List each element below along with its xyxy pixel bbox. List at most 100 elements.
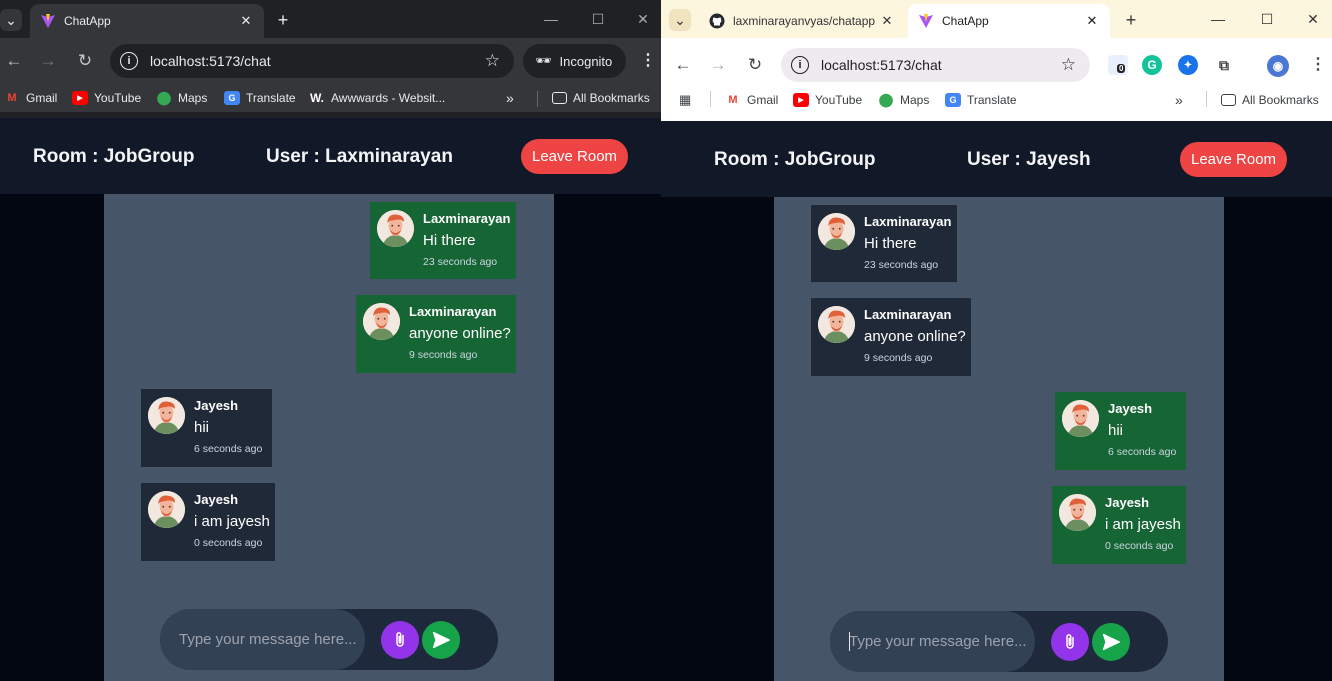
message-time: 9 seconds ago [409, 349, 478, 361]
bookmark-gmail[interactable]: M Gmail [4, 91, 57, 105]
apps-grid-icon[interactable]: ▦ [679, 92, 691, 108]
tab-github[interactable]: laxminarayanvyas/chatapp ✕ [699, 4, 905, 38]
address-bar[interactable]: i localhost:5173/chat ☆ [781, 48, 1090, 82]
close-window-icon[interactable]: ✕ [1301, 7, 1325, 31]
leave-room-button[interactable]: Leave Room [521, 139, 629, 174]
close-tab-icon[interactable]: ✕ [238, 13, 254, 29]
minimize-icon[interactable]: — [539, 7, 563, 31]
close-tab-icon[interactable]: ✕ [1084, 13, 1100, 29]
address-bar[interactable]: i localhost:5173/chat ☆ [110, 44, 514, 78]
close-window-icon[interactable]: ✕ [631, 7, 655, 31]
bookmark-maps[interactable]: ⬤ Maps [156, 90, 208, 105]
message-time: 0 seconds ago [1105, 540, 1174, 552]
send-button[interactable] [1092, 623, 1130, 661]
bookmark-awwwards[interactable]: W. Awwwards - Websit... [309, 91, 445, 105]
extension-badge: 0 [1117, 64, 1126, 73]
youtube-icon: ▶ [793, 93, 809, 107]
maximize-icon[interactable]: ☐ [1255, 7, 1279, 31]
message-bubble: Laxminarayan anyone online? 9 seconds ago [356, 295, 516, 373]
back-arrow-icon[interactable]: ← [2, 49, 26, 73]
message-time: 6 seconds ago [1108, 446, 1177, 458]
message-bubble: Laxminarayan Hi there 23 seconds ago [811, 205, 957, 282]
all-bookmarks[interactable]: All Bookmarks [552, 91, 650, 105]
forward-arrow-icon[interactable]: → [36, 49, 60, 73]
all-bookmarks-label: All Bookmarks [1242, 93, 1319, 107]
message-time: 23 seconds ago [423, 256, 498, 268]
message-composer [160, 609, 498, 670]
message-input[interactable] [830, 611, 1035, 672]
avatar [1059, 494, 1096, 531]
chat-panel: Laxminarayan Hi there 23 seconds ago Laxmi… [104, 194, 554, 681]
more-bookmarks-chevron-icon[interactable]: » [506, 90, 514, 106]
message-input[interactable] [160, 609, 365, 670]
attach-button[interactable] [381, 621, 419, 659]
minimize-icon[interactable]: — [1206, 7, 1230, 31]
bookmark-translate[interactable]: G Translate [945, 93, 1017, 107]
browser-window-right: ⌄ laxminarayanvyas/chatapp ✕ ChatApp ✕ +… [661, 0, 1332, 681]
bookmarks-bar: ▦ M Gmail ▶ YouTube ⬤ Maps G Translate » All… [661, 84, 1332, 116]
bookmark-star-icon[interactable]: ☆ [485, 51, 500, 71]
tab-search-chevron-icon[interactable]: ⌄ [669, 9, 691, 31]
bookmark-translate[interactable]: G Translate [224, 91, 296, 105]
tab-chatapp[interactable]: ChatApp ✕ [908, 4, 1110, 38]
bookmark-youtube[interactable]: ▶ YouTube [793, 93, 862, 107]
profile-avatar-icon[interactable]: ◉ [1267, 55, 1289, 77]
message-author: Jayesh [1105, 495, 1150, 510]
browser-toolbar: ← → ↻ i localhost:5173/chat ☆ 🕶 Incognit… [0, 38, 661, 84]
message-time: 23 seconds ago [864, 259, 939, 271]
new-tab-plus-icon[interactable]: + [1120, 9, 1142, 31]
site-info-icon[interactable]: i [791, 56, 809, 74]
message-author: Laxminarayan [864, 307, 952, 322]
more-bookmarks-chevron-icon[interactable]: » [1175, 92, 1183, 108]
all-bookmarks-label: All Bookmarks [573, 91, 650, 105]
translate-icon: G [224, 91, 240, 105]
close-tab-icon[interactable]: ✕ [879, 13, 895, 29]
message-bubble: Jayesh i am jayesh 0 seconds ago [141, 483, 275, 561]
all-bookmarks[interactable]: All Bookmarks [1221, 93, 1319, 107]
bookmark-separator [1206, 91, 1207, 107]
message-text: anyone online? [864, 328, 966, 345]
menu-kebab-icon[interactable]: ⋮ [1310, 54, 1326, 74]
youtube-icon: ▶ [72, 91, 88, 105]
back-arrow-icon[interactable]: ← [671, 53, 695, 77]
browser-toolbar: ← → ↻ i localhost:5173/chat ☆ 0 G ✦ ⧉ ◉ … [661, 42, 1332, 88]
browser-window-left: ⌄ ChatApp ✕ + — ☐ ✕ ← → ↻ i localhost:51… [0, 0, 661, 681]
site-info-icon[interactable]: i [120, 52, 138, 70]
bookmark-gmail[interactable]: M Gmail [725, 93, 778, 107]
bookmark-star-icon[interactable]: ☆ [1061, 55, 1076, 75]
vite-icon [918, 13, 934, 29]
message-text: anyone online? [409, 325, 511, 342]
extensions-puzzle-icon[interactable]: ⧉ [1214, 55, 1234, 75]
url-text: localhost:5173/chat [821, 57, 942, 73]
tab-label: laxminarayanvyas/chatapp [733, 14, 876, 28]
gmail-icon: M [7, 92, 17, 104]
new-tab-plus-icon[interactable]: + [272, 9, 294, 31]
extension-icon[interactable]: 0 [1108, 55, 1128, 75]
send-icon [432, 631, 450, 649]
menu-kebab-icon[interactable]: ⋮ [640, 50, 656, 70]
tab-chatapp[interactable]: ChatApp ✕ [30, 4, 264, 38]
maps-icon: ⬤ [156, 90, 172, 105]
extension-globe-icon[interactable]: ✦ [1178, 55, 1198, 75]
reload-icon[interactable]: ↻ [743, 53, 767, 77]
grammarly-icon[interactable]: G [1142, 55, 1162, 75]
message-author: Jayesh [1108, 401, 1153, 416]
send-button[interactable] [422, 621, 460, 659]
bookmark-label: Gmail [747, 93, 779, 107]
reload-icon[interactable]: ↻ [73, 49, 97, 73]
message-bubble: Laxminarayan Hi there 23 seconds ago [370, 202, 516, 279]
message-author: Laxminarayan [864, 214, 952, 229]
message-time: 6 seconds ago [194, 443, 263, 455]
maximize-icon[interactable]: ☐ [586, 7, 610, 31]
forward-arrow-icon[interactable]: → [706, 53, 730, 77]
leave-room-button[interactable]: Leave Room [1180, 142, 1288, 177]
bookmark-maps[interactable]: ⬤ Maps [878, 92, 930, 107]
incognito-indicator[interactable]: 🕶 Incognito [523, 44, 627, 78]
bookmark-label: Gmail [26, 91, 58, 105]
tab-strip: ⌄ laxminarayanvyas/chatapp ✕ ChatApp ✕ +… [661, 0, 1332, 38]
bookmark-label: Translate [246, 91, 296, 105]
attach-button[interactable] [1051, 623, 1089, 661]
bookmark-label: Awwwards - Websit... [331, 91, 446, 105]
bookmark-youtube[interactable]: ▶ YouTube [72, 91, 141, 105]
tab-search-chevron-icon[interactable]: ⌄ [0, 9, 22, 31]
